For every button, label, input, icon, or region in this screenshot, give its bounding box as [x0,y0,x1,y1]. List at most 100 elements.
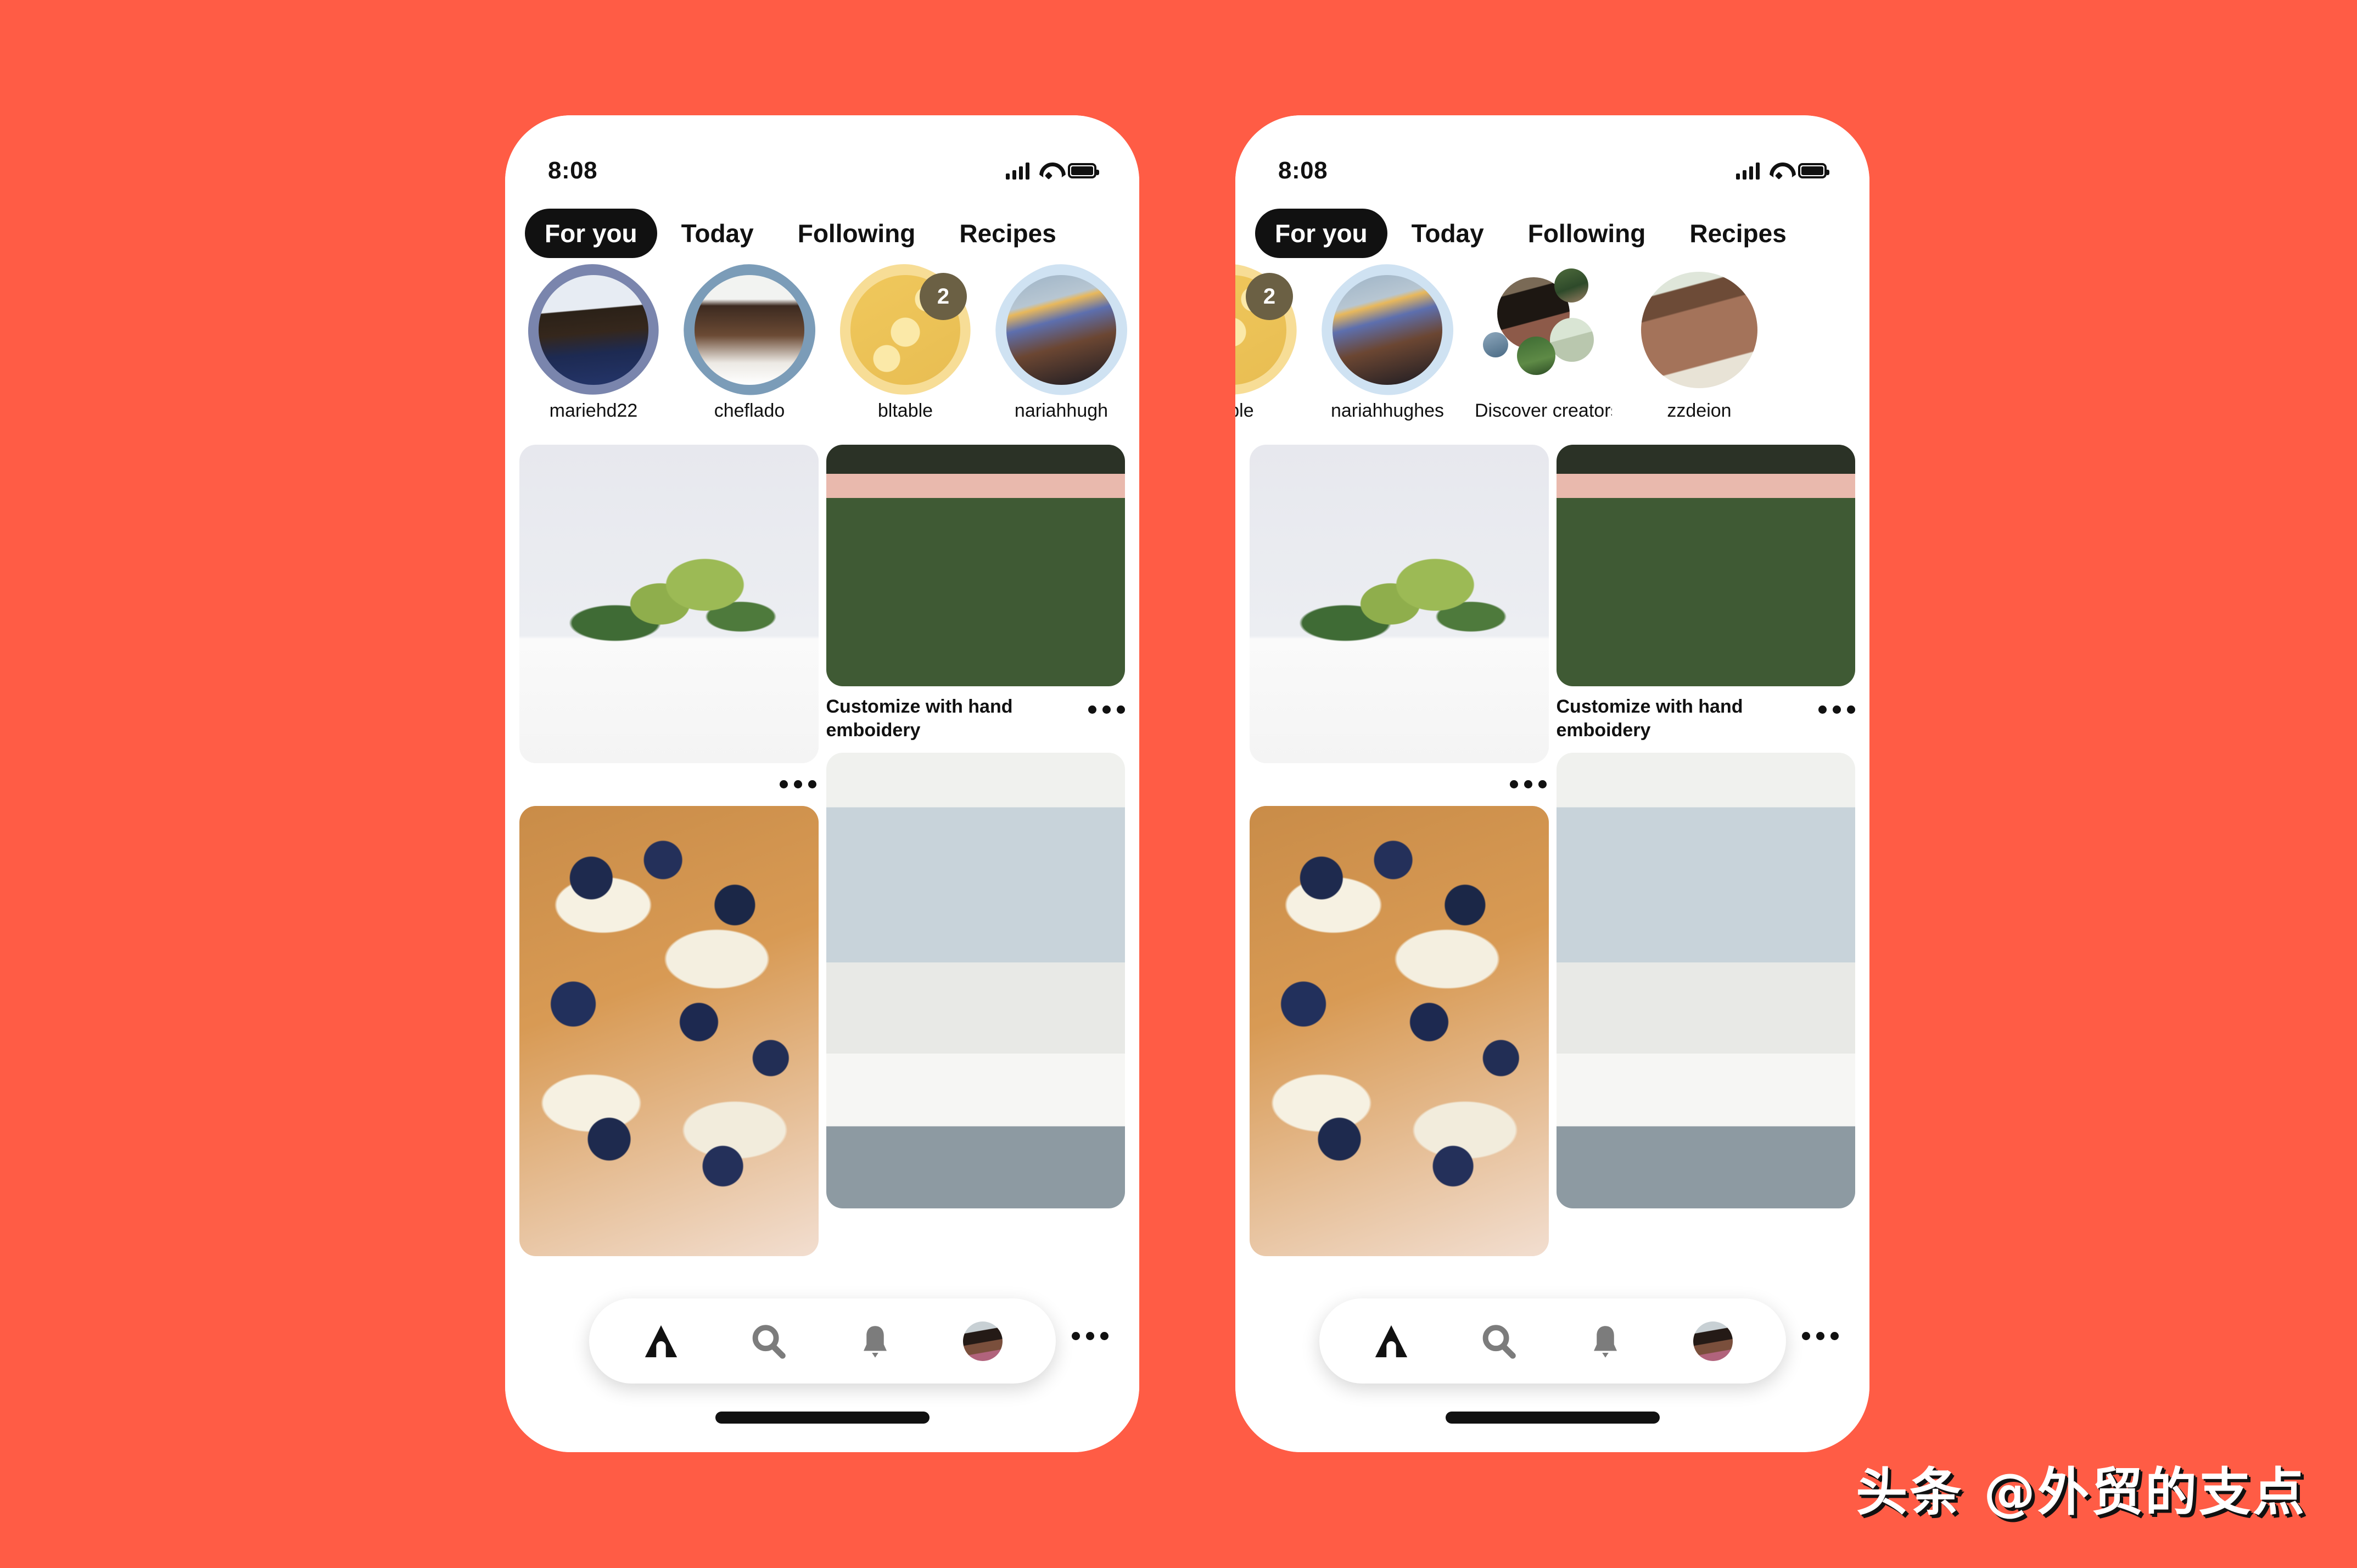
pin-card-green-floral-arrangement[interactable] [519,445,819,795]
story-label: mariehd22 [549,400,638,421]
pin-card-embroidered-jacket[interactable]: Customize with hand emboidery [1556,445,1855,742]
pin-image[interactable] [1250,806,1549,1256]
feed-overflow-button[interactable] [1072,1325,1108,1347]
search-icon[interactable] [749,1322,787,1360]
tab-for-you[interactable]: For you [525,209,657,258]
tab-following[interactable]: Following [778,209,936,258]
story-label: zzdeion [1667,400,1732,421]
pin-card-boho-bathroom[interactable] [1556,753,1855,1208]
story-item-nariahhugh[interactable]: nariahhugh [976,244,1139,422]
story-ring [664,244,835,416]
story-badge-count: 2 [920,273,967,320]
story-label: bltable [877,400,933,421]
feed-overflow-button[interactable] [1802,1325,1839,1347]
pin-image[interactable] [1556,753,1855,1208]
screen-right: 8:08 For you Today Following Recipes 2 l… [1235,115,1869,1452]
pin-image[interactable] [826,445,1125,686]
pin-card-boho-bathroom[interactable] [826,753,1125,1208]
story-label: nariahhugh [1014,400,1108,421]
avatar [695,275,804,385]
wifi-icon [1038,163,1059,179]
more-options-icon[interactable] [1818,698,1855,720]
pin-card-blueberry-ricotta-toast[interactable] [1250,806,1549,1256]
story-ring [1483,268,1602,388]
home-indicator [715,1412,930,1424]
phone-mockup-right: 8:08 For you Today Following Recipes 2 l… [1235,115,1869,1452]
pin-image[interactable] [1556,445,1855,686]
bell-icon[interactable] [1586,1322,1625,1360]
story-ring: 2 [1235,248,1313,412]
tab-recipes[interactable]: Recipes [939,209,1076,258]
cellular-signal-icon [1006,162,1029,180]
pin-card-embroidered-jacket[interactable]: Customize with hand emboidery [826,445,1125,742]
story-badge-count: 2 [1246,273,1293,320]
story-ring [1641,272,1757,388]
pin-caption: Customize with hand emboidery [1556,696,1743,741]
pin-card-blueberry-ricotta-toast[interactable] [519,806,819,1256]
pin-image[interactable] [519,806,819,1256]
more-options-icon [779,773,816,795]
more-options-icon [1509,773,1547,795]
pin-overflow-button[interactable] [1250,763,1549,795]
pin-caption: Customize with hand emboidery [826,696,1013,741]
avatar [1006,275,1116,385]
tab-recipes[interactable]: Recipes [1670,209,1806,258]
pin-image[interactable] [519,445,819,763]
story-item-nariahhughes[interactable]: nariahhughes [1302,244,1473,422]
watermark-text: 头条 @外贸的支点 [1856,1463,2306,1522]
cellular-signal-icon [1736,162,1760,180]
bottom-navigation-bar [1319,1298,1786,1384]
phone-mockup-left: 8:08 For you Today Following Recipes mar… [505,115,1139,1452]
story-rail[interactable]: 2 ltable nariahhughes [1235,244,1869,436]
story-label: Discover creators [1475,400,1612,421]
story-ring [976,244,1139,416]
creator-avatar-cluster [1483,268,1602,388]
story-ring [512,248,675,412]
story-item-bltable-scrolled[interactable]: 2 ltable [1235,248,1313,422]
tab-for-you[interactable]: For you [1255,209,1387,258]
tab-today[interactable]: Today [662,209,774,258]
battery-icon [1798,163,1829,178]
avatar [539,275,648,385]
more-options-icon [1802,1325,1839,1347]
story-item-cheflado[interactable]: cheflado [664,244,835,422]
status-time: 8:08 [548,157,598,184]
status-time: 8:08 [1278,157,1328,184]
battery-icon [1068,163,1099,178]
story-ring: 2 [824,248,987,412]
story-label: nariahhughes [1330,400,1445,421]
screen-left: 8:08 For you Today Following Recipes mar… [505,115,1139,1452]
home-icon[interactable] [642,1322,680,1360]
pin-image[interactable] [826,753,1125,1208]
status-icons [1006,162,1099,180]
pin-card-green-floral-arrangement[interactable] [1250,445,1549,795]
story-item-bltable[interactable]: 2 bltable [824,248,987,422]
story-rail[interactable]: mariehd22 cheflado 2 bltable nariahhugh [505,244,1139,436]
status-bar: 8:08 [1235,115,1869,198]
wifi-icon [1768,163,1789,179]
story-label: cheflado [714,400,785,421]
pin-meta-row: Customize with hand emboidery [826,686,1125,742]
home-indicator [1445,1412,1660,1424]
pin-image[interactable] [1250,445,1549,763]
story-item-discover-creators[interactable]: Discover creators [1475,268,1612,422]
story-item-mariehd22[interactable]: mariehd22 [512,248,675,422]
pin-overflow-button[interactable] [519,763,819,795]
tab-following[interactable]: Following [1508,209,1666,258]
search-icon[interactable] [1479,1322,1518,1360]
more-options-icon [1072,1325,1108,1347]
avatar-icon[interactable] [963,1321,1003,1361]
avatar [1333,275,1442,385]
tab-bar: For you Today Following Recipes [505,200,1139,266]
bell-icon[interactable] [856,1322,894,1360]
story-label: ltable [1235,400,1254,421]
more-options-icon[interactable] [1088,698,1125,720]
status-bar: 8:08 [505,115,1139,198]
bottom-navigation-bar [589,1298,1056,1384]
tab-bar: For you Today Following Recipes [1235,200,1869,266]
home-icon[interactable] [1372,1322,1410,1360]
tab-today[interactable]: Today [1392,209,1504,258]
avatar-icon[interactable] [1693,1321,1733,1361]
status-icons [1736,162,1829,180]
story-item-zzdeion[interactable]: zzdeion [1631,272,1768,422]
